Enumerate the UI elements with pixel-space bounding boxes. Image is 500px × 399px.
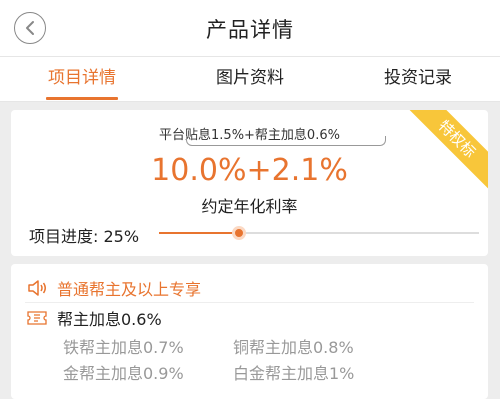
tier-platinum: 白金帮主加息1%: [233, 364, 355, 383]
member-heading: 普通帮主及以上专享: [27, 276, 201, 300]
tier-iron: 铁帮主加息0.7%: [63, 338, 184, 357]
annual-rate: 10.0%+2.1%: [151, 153, 348, 188]
bonus-label: 帮主加息0.6%: [57, 310, 162, 329]
progress-track: [159, 226, 479, 240]
member-divider: [25, 302, 474, 303]
speaker-icon: [28, 280, 46, 296]
tier-bronze: 铜帮主加息0.8%: [233, 338, 354, 357]
progress-knob: [232, 226, 246, 240]
tier-gold: 金帮主加息0.9%: [63, 364, 184, 383]
ticket-icon: [27, 311, 47, 325]
progress-fill: [159, 232, 239, 234]
tab-investment-records[interactable]: 投资记录: [376, 57, 460, 103]
member-bonus: 帮主加息0.6%: [27, 306, 162, 330]
tab-images[interactable]: 图片资料: [208, 57, 292, 103]
page-title: 产品详情: [206, 18, 294, 42]
member-card: 普通帮主及以上专享 帮主加息0.6% 铁帮主加息0.7% 铜帮主加息0.8% 金…: [11, 264, 488, 399]
tab-bar: 项目详情 图片资料 投资记录: [0, 56, 500, 102]
tab-active-indicator: [46, 97, 118, 100]
annual-rate-label: 约定年化利率: [201, 197, 298, 216]
rate-bracket: [186, 136, 386, 146]
header-bar: 产品详情: [0, 0, 500, 56]
member-title: 普通帮主及以上专享: [57, 280, 202, 299]
progress-label: 项目进度: 25%: [29, 227, 140, 246]
rate-card: 特权标 平台贴息1.5%+帮主加息0.6% 10.0%+2.1% 约定年化利率 …: [11, 110, 488, 256]
